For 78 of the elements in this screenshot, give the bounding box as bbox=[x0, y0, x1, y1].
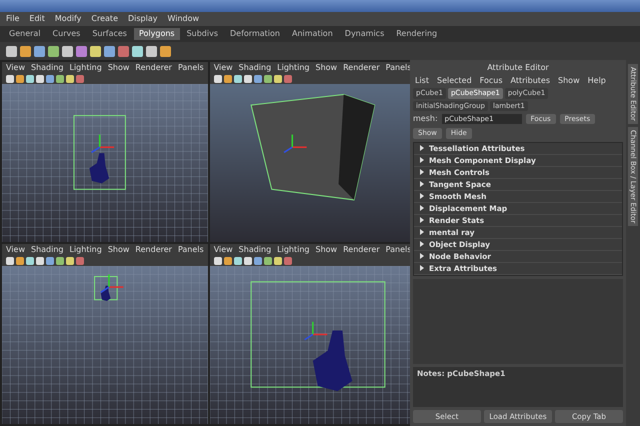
viewport-menu-item[interactable]: Panels bbox=[386, 244, 412, 254]
viewport-menu-item[interactable]: Lighting bbox=[277, 62, 310, 72]
move-manipulator-icon bbox=[283, 134, 306, 154]
viewport-menu-item[interactable]: Renderer bbox=[135, 62, 172, 72]
menu-item[interactable]: Edit bbox=[29, 14, 45, 24]
shelf-tab[interactable]: Surfaces bbox=[87, 28, 132, 40]
viewport-menu-item[interactable]: Renderer bbox=[343, 62, 380, 72]
viewport-menu-item[interactable]: Panels bbox=[178, 62, 204, 72]
viewport-menu-item[interactable]: Lighting bbox=[69, 62, 102, 72]
shelf-tool-icon[interactable] bbox=[62, 46, 73, 56]
viewport-menu-item[interactable]: View bbox=[214, 244, 233, 254]
bounding-box bbox=[94, 276, 118, 300]
shelf-tool-icon[interactable] bbox=[6, 46, 17, 56]
shelf-tool-icon[interactable] bbox=[90, 46, 101, 56]
figure-drawing bbox=[100, 286, 111, 301]
menu-item[interactable]: Attributes bbox=[510, 76, 550, 86]
shelf-tab[interactable]: General bbox=[4, 28, 46, 40]
shelf-tab[interactable]: Rendering bbox=[391, 28, 442, 40]
viewport-menu-item[interactable]: Lighting bbox=[69, 244, 102, 254]
move-manipulator-icon bbox=[91, 134, 114, 154]
expand-arrow-icon[interactable] bbox=[420, 205, 424, 212]
figure-drawing bbox=[89, 153, 110, 184]
shelf-tool-icon[interactable] bbox=[132, 46, 143, 56]
menu-item[interactable]: List bbox=[415, 76, 429, 86]
expand-arrow-icon[interactable] bbox=[420, 169, 424, 176]
viewport-menu-item[interactable]: Shading bbox=[238, 62, 272, 72]
expand-arrow-icon[interactable] bbox=[420, 265, 424, 272]
expand-arrow-icon[interactable] bbox=[420, 229, 424, 236]
shelf-tool-icon[interactable] bbox=[48, 46, 59, 56]
move-manipulator-icon bbox=[304, 322, 327, 340]
viewport-menu-item[interactable]: Show bbox=[108, 62, 130, 72]
expand-arrow-icon[interactable] bbox=[420, 241, 424, 248]
expand-arrow-icon[interactable] bbox=[420, 145, 424, 152]
figure-drawing bbox=[312, 330, 352, 392]
menu-item[interactable]: File bbox=[6, 14, 20, 24]
shelf-tab[interactable]: Dynamics bbox=[340, 28, 390, 40]
viewport-menu-item[interactable]: Renderer bbox=[343, 244, 380, 254]
menu-item[interactable]: Selected bbox=[436, 76, 472, 86]
menu-item[interactable]: Show bbox=[558, 76, 580, 86]
expand-arrow-icon[interactable] bbox=[420, 193, 424, 200]
move-manipulator-icon bbox=[100, 274, 124, 293]
viewport-menu-item[interactable]: Shading bbox=[30, 244, 64, 254]
shelf-tool-icon[interactable] bbox=[34, 46, 45, 56]
viewport-menu-item[interactable]: Show bbox=[316, 244, 338, 254]
shelf-tool-icon[interactable] bbox=[104, 46, 115, 56]
viewport-menu-item[interactable]: View bbox=[6, 62, 25, 72]
menu-item[interactable]: Help bbox=[588, 76, 606, 86]
viewport-menu-item[interactable]: Show bbox=[108, 244, 130, 254]
shelf-tool-icon[interactable] bbox=[160, 46, 171, 56]
viewport-menu-item[interactable]: Show bbox=[316, 62, 338, 72]
menu-item[interactable]: Focus bbox=[480, 76, 503, 86]
shelf-tool-icon[interactable] bbox=[76, 46, 87, 56]
shelf-tab[interactable]: Animation bbox=[286, 28, 338, 40]
menu-item[interactable]: Display bbox=[128, 14, 158, 24]
viewport-menu-item[interactable]: Renderer bbox=[135, 244, 172, 254]
expand-arrow-icon[interactable] bbox=[420, 157, 424, 164]
menu-item[interactable]: Window bbox=[168, 14, 200, 24]
expand-arrow-icon[interactable] bbox=[420, 253, 424, 260]
shelf-tool-icon[interactable] bbox=[118, 46, 129, 56]
shelf-tab[interactable]: Subdivs bbox=[182, 28, 224, 40]
menu-item[interactable]: Modify bbox=[54, 14, 82, 24]
viewport-menu-item[interactable]: Shading bbox=[30, 62, 64, 72]
menu-item[interactable]: Create bbox=[91, 14, 118, 24]
shelf-tab[interactable]: Deformation bbox=[225, 28, 285, 40]
viewport-menu-item[interactable]: Shading bbox=[238, 244, 272, 254]
viewport-menu-item[interactable]: Panels bbox=[178, 244, 204, 254]
shelf-tab[interactable]: Curves bbox=[48, 28, 86, 40]
viewport-menu-item[interactable]: Panels bbox=[386, 62, 412, 72]
expand-arrow-icon[interactable] bbox=[420, 181, 424, 188]
shelf-tool-icon[interactable] bbox=[146, 46, 157, 56]
shelf-tab[interactable]: Polygons bbox=[134, 28, 180, 40]
field-label: mesh: bbox=[413, 114, 438, 124]
viewport-menu-item[interactable]: View bbox=[214, 62, 233, 72]
panel-title: Attribute Editor bbox=[486, 63, 550, 73]
shelf-tool-icon[interactable] bbox=[20, 46, 31, 56]
viewport-menu-item[interactable]: Lighting bbox=[277, 244, 310, 254]
expand-arrow-icon[interactable] bbox=[420, 217, 424, 224]
viewport-menu-item[interactable]: View bbox=[6, 244, 25, 254]
